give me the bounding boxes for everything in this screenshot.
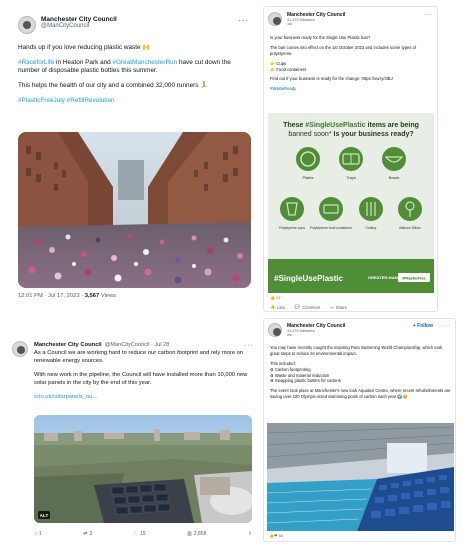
post-aquatics-card: Manchester City Council 41,470 followers…: [263, 318, 456, 542]
food-containers-icon: [319, 197, 343, 221]
svg-text:banned soon* Is your business: banned soon* Is your business ready?: [288, 131, 413, 138]
hashtag-link[interactable]: #GreatManchesterRun: [113, 59, 178, 66]
like-button[interactable]: 👍 Like: [270, 304, 285, 310]
post-age: 1w ·: [287, 22, 295, 26]
reactions-count[interactable]: 👍❤ 54: [269, 533, 283, 538]
reply-count: 1: [39, 531, 42, 537]
poster-title-pre: These: [283, 122, 305, 129]
plastic-ban-poster[interactable]: These #SingleUsePlastic items are being …: [268, 113, 434, 293]
account-name[interactable]: Manchester City Council: [34, 342, 102, 350]
comment-icon: 💬: [294, 304, 301, 309]
post-line-2: The ban comes into effect on the 1st Oct…: [270, 44, 417, 56]
views-button[interactable]: ▥ 2,858: [187, 531, 206, 537]
reactions-count[interactable]: 👍 17: [270, 295, 281, 300]
plates-icon: [296, 147, 320, 171]
poster-bottom-tag: #SingleUsePlastic: [274, 274, 343, 283]
tweet-line-1: Hands up if you love reducing plastic wa…: [18, 44, 151, 51]
bar-chart-icon: ▥: [187, 531, 192, 537]
bowls-icon: [382, 147, 406, 171]
poster-label: Polystyrene cups: [279, 226, 305, 230]
more-options-icon[interactable]: ···: [244, 341, 254, 350]
post-line-1: You may have recently caught the inspiri…: [270, 345, 443, 356]
share-button[interactable]: ↪ Share: [330, 305, 347, 310]
tweet-timestamp: 12:01 PM · Jul 17, 2023 ·: [18, 293, 85, 299]
share-icon: ⇪: [247, 531, 252, 537]
post-plastic-ban-card: Manchester City Council 41,470 followers…: [263, 6, 438, 312]
reply-button[interactable]: ○ 1: [34, 531, 42, 537]
share-icon: ↪: [330, 304, 334, 310]
post-age: 2w ·: [287, 333, 295, 337]
poster-graphic: These #SingleUsePlastic items are being …: [268, 113, 434, 293]
trays-icon: [339, 147, 363, 171]
retweet-icon: ⇄: [83, 531, 88, 537]
svg-text:These #SingleUsePlastic items: These #SingleUsePlastic items are being: [283, 122, 419, 129]
aquatics-centre-photo[interactable]: [266, 423, 455, 531]
tweet-running-card: Manchester City Council @ManCityCouncil …: [12, 8, 255, 308]
poster-title-post: items are being: [366, 122, 419, 129]
retweet-button[interactable]: ⇄ 3: [83, 531, 92, 537]
thumbs-up-icon: 👍: [270, 304, 276, 309]
more-options-icon[interactable]: ···: [238, 16, 249, 25]
post-line-3: Find out if your business is ready for t…: [270, 76, 393, 82]
tweet-paragraph-2: #RaceforLife in Heaton Park and #GreatMa…: [18, 59, 250, 76]
tweet-line-1: As a Council we are working hard to redu…: [34, 350, 244, 365]
running-crowd-illustration: [18, 132, 251, 288]
poster-label: Plates: [302, 175, 313, 180]
poster-logo-plasticfree: #PlasticFree: [402, 276, 426, 281]
more-options-icon[interactable]: ···: [424, 12, 433, 18]
share-label: Share: [335, 304, 347, 310]
like-button[interactable]: ♡ 15: [134, 531, 146, 537]
follow-button[interactable]: + Follow: [413, 323, 433, 329]
hashtags-link[interactable]: #PlasticFreeJuly #RefillRevolution: [18, 97, 250, 106]
solar-panels-photo[interactable]: ALT: [34, 415, 252, 523]
comment-label: Comment: [302, 304, 321, 310]
like-label: Like: [277, 304, 285, 310]
council-avatar[interactable]: [18, 16, 36, 34]
poster-label: Bowls: [389, 175, 400, 180]
views-count: 3,567: [84, 293, 100, 299]
poster-title-tag: #SingleUsePlastic: [305, 122, 365, 129]
tweet-solar-card: Manchester City Council @ManCityCouncil …: [10, 333, 258, 545]
council-avatar[interactable]: [268, 12, 282, 26]
poster-title-strong: Is your business ready?: [334, 131, 414, 138]
like-count: 15: [140, 531, 146, 537]
tweet-text: in Heaton Park and: [54, 58, 113, 66]
heart-icon: ♡: [133, 531, 139, 537]
alt-badge[interactable]: ALT: [40, 513, 49, 518]
retweet-count: 3: [89, 531, 93, 537]
aquatics-illustration: [266, 423, 455, 531]
tweet-line-2: With new work in the pipeline, the Counc…: [34, 372, 248, 386]
cups-icon: [280, 197, 304, 221]
hashtag-link[interactable]: #WasteReady: [270, 86, 434, 92]
tweet-link[interactable]: orlo.uk/solarpanels_ou...: [34, 394, 254, 402]
solar-aerial-illustration: ALT: [34, 415, 252, 523]
post-list-item: 👉 Food containers: [270, 66, 307, 72]
poster-label: Trays: [346, 175, 356, 180]
account-name[interactable]: Manchester City Council: [41, 16, 117, 23]
poster-label: Polystyrene food containers: [310, 226, 352, 230]
council-avatar[interactable]: [268, 323, 282, 337]
poster-title-line2: banned soon*: [288, 131, 333, 138]
post-line-3: The event took place at Manchester's new…: [270, 388, 451, 400]
cutlery-icon: [359, 197, 383, 221]
tweet-line-3: This helps the health of our city and a …: [18, 81, 209, 89]
running-crowd-photo[interactable]: [18, 132, 251, 288]
council-avatar[interactable]: [12, 341, 28, 357]
reply-icon: ○: [34, 531, 38, 537]
views-label: Views: [99, 293, 117, 299]
poster-label: Balloon Sticks: [399, 226, 421, 230]
comment-button[interactable]: 💬 Comment: [295, 304, 320, 310]
views-count: 2,858: [193, 531, 207, 537]
post-line-1: Is your business ready for the Single Us…: [270, 35, 371, 40]
tweet-meta: 12:01 PM · Jul 17, 2023 · 3,567 Views: [18, 293, 116, 299]
account-handle-date[interactable]: @ManCityCouncil · Jul 28: [105, 342, 170, 350]
hashtag-link[interactable]: #RaceforLife: [18, 59, 54, 66]
share-button[interactable]: ⇪: [248, 531, 252, 537]
poster-label: Cutlery: [366, 226, 377, 230]
post-list-item: ♻ Swapping plastic bottles for cartons: [270, 378, 341, 384]
more-options-icon[interactable]: ···: [442, 323, 451, 329]
balloon-sticks-icon: [398, 197, 422, 221]
account-handle[interactable]: @ManCityCouncil: [41, 23, 117, 29]
